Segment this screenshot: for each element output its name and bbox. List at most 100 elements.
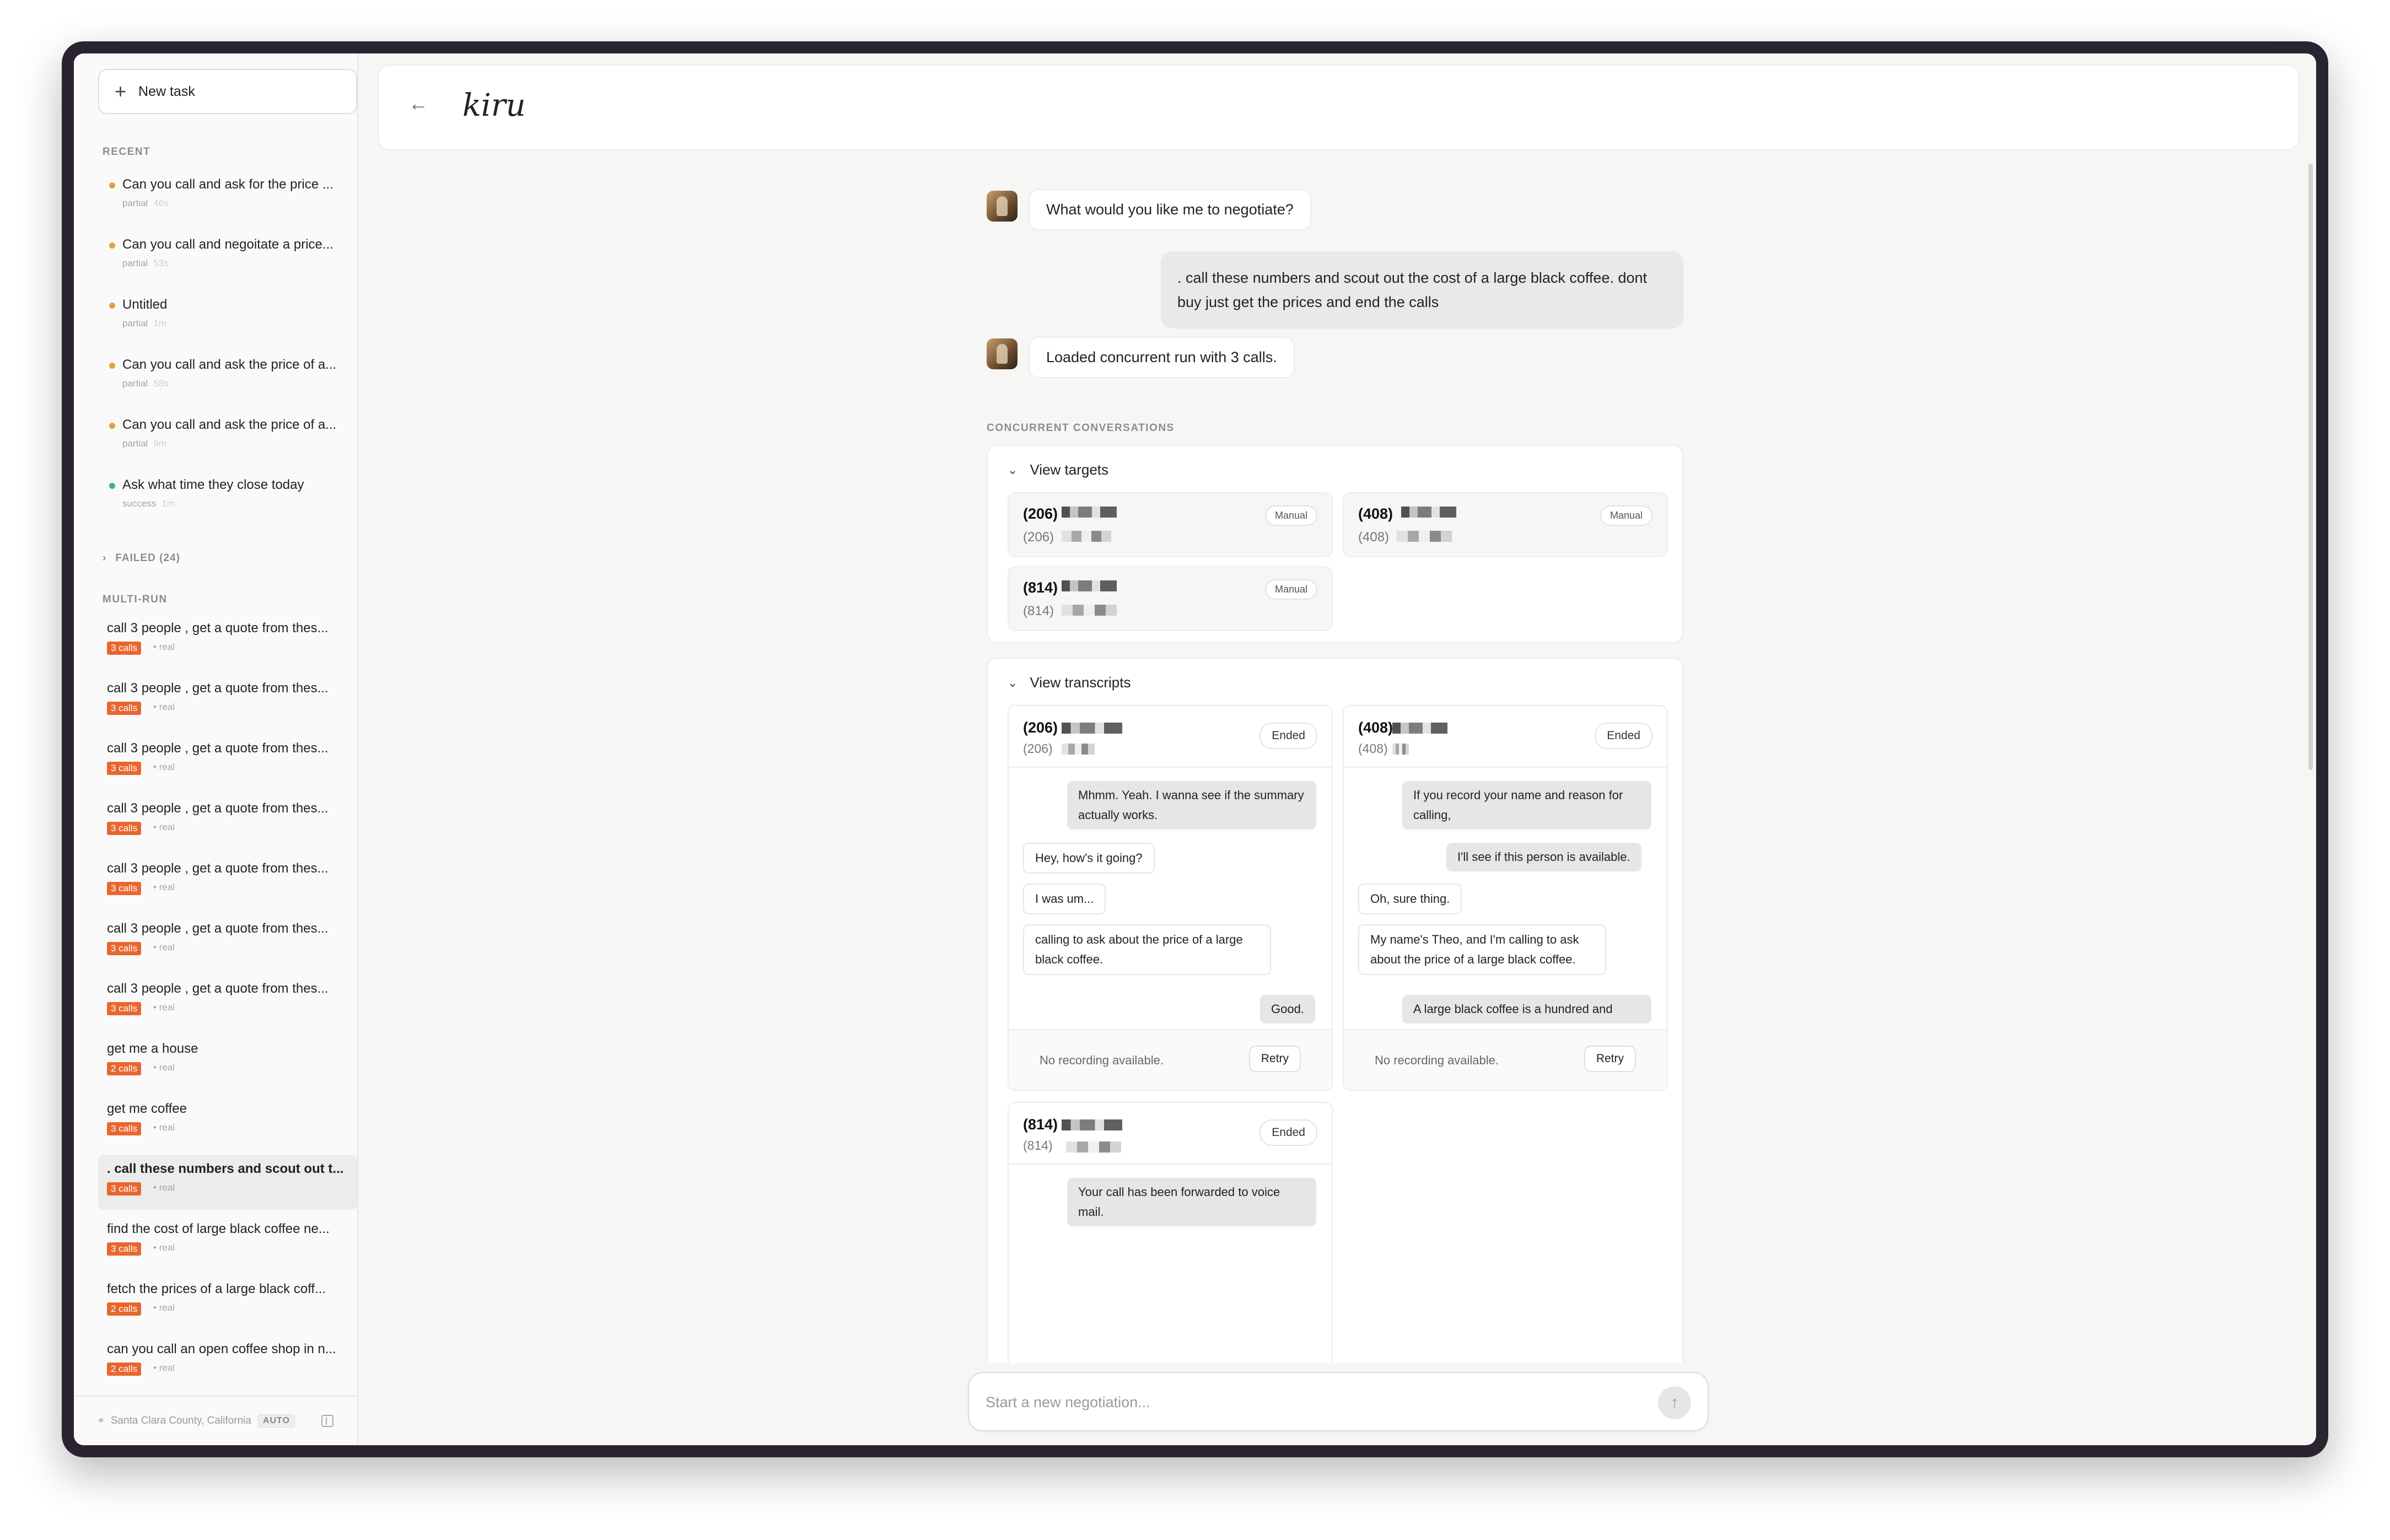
manual-badge: Manual: [1264, 579, 1317, 600]
transcript-message: calling to ask about the price of a larg…: [1023, 924, 1271, 975]
chevron-down-icon: ⌄: [1008, 675, 1018, 690]
transcript-message: I was um...: [1023, 884, 1106, 914]
transcript-card: (206) (206) Ended Mhmm. Yeah. I wanna se…: [1008, 705, 1333, 1091]
recent-item[interactable]: Ask what time they close today success 1m: [98, 470, 357, 525]
view-transcripts-toggle[interactable]: ⌄ View transcripts: [1008, 674, 1131, 691]
send-arrow-icon[interactable]: ↑: [1658, 1386, 1691, 1419]
redacted-block: [1397, 531, 1452, 542]
multirun-item-title: fetch the prices of a large black coff..…: [107, 1281, 326, 1296]
recent-item-title: Can you call and ask for the price ...: [122, 177, 333, 192]
target-number: (408): [1358, 505, 1393, 522]
location-label[interactable]: Santa Clara County, California: [111, 1415, 251, 1427]
multirun-item[interactable]: fetch the prices of a large black coff..…: [98, 1275, 357, 1330]
retry-button[interactable]: Retry: [1584, 1046, 1636, 1072]
redacted-block: [1062, 531, 1111, 542]
device-frame: + New task RECENT Can you call and ask f…: [62, 41, 2328, 1457]
transcript-messages[interactable]: Your call has been forwarded to voice ma…: [1009, 1166, 1332, 1363]
recent-item-meta: partial 58s: [122, 378, 169, 389]
recent-item[interactable]: Can you call and ask for the price ... p…: [98, 169, 357, 224]
new-task-button[interactable]: + New task: [98, 69, 357, 114]
back-arrow-icon[interactable]: ←: [408, 92, 428, 115]
mode-label: • real: [153, 942, 175, 952]
app-screen: + New task RECENT Can you call and ask f…: [74, 53, 2316, 1445]
recent-section-label: RECENT: [103, 146, 151, 158]
calls-badge: 3 calls: [107, 822, 142, 835]
multirun-item[interactable]: call 3 people , get a quote from thes...…: [98, 794, 357, 849]
recent-item-meta: success 1m: [122, 498, 175, 509]
multirun-item[interactable]: call 3 people , get a quote from thes...…: [98, 674, 357, 729]
calls-badge: 2 calls: [107, 1302, 142, 1316]
transcript-message: Oh, sure thing.: [1358, 884, 1462, 914]
multirun-item[interactable]: call 3 people , get a quote from thes...…: [98, 974, 357, 1030]
sidebar-toggle-icon[interactable]: [321, 1415, 333, 1427]
recent-item-title: Can you call and ask the price of a...: [122, 357, 337, 372]
mode-label: • real: [153, 822, 175, 832]
ended-badge: Ended: [1595, 723, 1652, 749]
failed-section-toggle[interactable]: › FAILED (24): [103, 552, 180, 564]
transcript-messages[interactable]: If you record your name and reason for c…: [1344, 769, 1667, 1031]
redacted-block: [1062, 507, 1117, 518]
multirun-item-title: . call these numbers and scout out t...: [107, 1161, 344, 1176]
recent-item-meta: partial 53s: [122, 258, 169, 268]
transcript-header: (814) (814) Ended: [1009, 1103, 1332, 1165]
multirun-item[interactable]: call 3 people , get a quote from thes...…: [98, 914, 357, 970]
multirun-item-title: call 3 people , get a quote from thes...: [107, 681, 329, 696]
recent-item-title: Can you call and negoitate a price...: [122, 237, 333, 252]
target-card[interactable]: (206) (206) Manual: [1008, 492, 1333, 557]
redacted-block: [1062, 580, 1117, 591]
transcript-number: (206): [1023, 719, 1058, 736]
retry-button[interactable]: Retry: [1248, 1046, 1301, 1072]
mode-label: • real: [153, 1363, 175, 1373]
multirun-item-active[interactable]: . call these numbers and scout out t... 3…: [98, 1155, 357, 1210]
transcript-messages[interactable]: Mhmm. Yeah. I wanna see if the summary a…: [1009, 769, 1332, 1031]
multirun-item-title: get me coffee: [107, 1101, 187, 1116]
redacted-block: [1062, 605, 1117, 616]
view-targets-toggle[interactable]: ⌄ View targets: [1008, 461, 1108, 478]
agent-avatar: [987, 338, 1018, 369]
negotiation-input[interactable]: [986, 1388, 1619, 1416]
bot-message: Loaded concurrent run with 3 calls.: [1029, 337, 1295, 378]
user-message: . call these numbers and scout out the c…: [1161, 251, 1683, 329]
multirun-item[interactable]: call 3 people , get a quote from thes...…: [98, 854, 357, 909]
transcript-message: If you record your name and reason for c…: [1402, 781, 1651, 830]
calls-badge: 3 calls: [107, 762, 142, 775]
multirun-item[interactable]: get me coffee 3 calls • real: [98, 1095, 357, 1150]
calls-badge: 3 calls: [107, 1122, 142, 1135]
multirun-item-title: call 3 people , get a quote from thes...: [107, 801, 329, 816]
multirun-item-title: call 3 people , get a quote from thes...: [107, 861, 329, 876]
app-logo: kiru: [462, 88, 526, 123]
recent-item[interactable]: Can you call and negoitate a price... pa…: [98, 229, 357, 284]
multirun-item[interactable]: can you call an open coffee shop in n...…: [98, 1335, 357, 1390]
calls-badge: 2 calls: [107, 1363, 142, 1376]
mode-label: • real: [153, 1242, 175, 1253]
recent-item-meta: partial 46s: [122, 198, 169, 208]
targets-heading: View targets: [1030, 461, 1109, 478]
manual-badge: Manual: [1600, 505, 1652, 526]
no-recording-label: No recording available.: [1040, 1053, 1164, 1067]
composer: ↑: [968, 1372, 1709, 1431]
target-card[interactable]: (408) (408) Manual: [1343, 492, 1668, 557]
multirun-item[interactable]: call 3 people , get a quote from thes...…: [98, 614, 357, 669]
multirun-item[interactable]: call 3 people , get a quote from thes...…: [98, 734, 357, 789]
recent-item[interactable]: Can you call and ask the price of a... p…: [98, 410, 357, 465]
ended-badge: Ended: [1259, 723, 1317, 749]
target-sub: (408): [1358, 530, 1390, 545]
multirun-item-title: get me a house: [107, 1041, 198, 1056]
multirun-item-title: call 3 people , get a quote from thes...: [107, 921, 329, 936]
recent-item-title: Can you call and ask the price of a...: [122, 417, 337, 432]
scrollbar[interactable]: [2308, 164, 2313, 770]
target-card[interactable]: (814) (814) Manual: [1008, 566, 1333, 631]
calls-badge: 3 calls: [107, 642, 142, 655]
target-sub: (206): [1023, 530, 1054, 545]
multirun-item-title: find the cost of large black coffee ne..…: [107, 1221, 330, 1236]
calls-badge: 3 calls: [107, 1182, 142, 1196]
status-dot: [109, 483, 115, 489]
multirun-item[interactable]: get me a house 2 calls • real: [98, 1035, 357, 1090]
transcript-number: (408): [1358, 719, 1393, 736]
recording-footer: No recording available. Retry: [1344, 1029, 1667, 1090]
multirun-item[interactable]: find the cost of large black coffee ne..…: [98, 1215, 357, 1270]
recent-item[interactable]: Untitled partial 1m: [98, 289, 357, 344]
multirun-section-label: MULTI-RUN: [103, 594, 168, 605]
status-dot: [109, 182, 115, 189]
recent-item[interactable]: Can you call and ask the price of a... p…: [98, 349, 357, 405]
